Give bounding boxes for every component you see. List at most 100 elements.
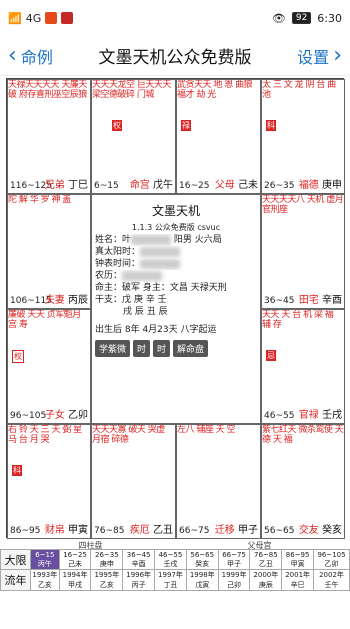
palace-stem: 癸亥	[322, 525, 342, 536]
settings-button[interactable]: 设置 ›	[270, 44, 350, 68]
back-button[interactable]: ‹ 命例	[0, 44, 80, 68]
app-notification-icon	[61, 12, 74, 24]
row-header: 大限	[0, 549, 31, 570]
table-cell[interactable]: 6~15 丙午	[30, 549, 60, 570]
table-cell[interactable]: 96~105 乙卯	[313, 549, 350, 570]
table-row: 流年 1993年 乙亥 1994年 甲戌 1995年 乙亥 1996年 丙子 1…	[0, 569, 350, 591]
palace-range: 56~65	[264, 526, 295, 536]
table-cell[interactable]: 1999年 己卯	[217, 569, 251, 591]
signal-icon: 📶	[8, 11, 22, 25]
palace-cell[interactable]: 天天天天八 天机 虚月官刑座 36~45 田宅 辛酉	[261, 194, 345, 309]
palace-name: 福德	[298, 180, 319, 191]
redacted-value	[122, 270, 163, 281]
born-row: 出生后 8年 4月23天 八字起运	[95, 325, 217, 335]
learn-ziwei-button[interactable]: 学紫微	[95, 340, 131, 357]
app-notification-icon	[45, 12, 58, 24]
table-cell[interactable]: 1994年 甲戌	[58, 569, 92, 591]
table-cell[interactable]: 46~55 壬戌	[154, 549, 187, 570]
center-info-panel: 文墨天机 1.1.3 公众免费版 csvuc 姓名：叶 阳男 火六局 真太阳时：…	[91, 194, 261, 424]
palace-cell[interactable]: 武贪天天 地 恩 曲狼福才 劫 光 禄 16~25 父母 己未	[176, 79, 261, 194]
palace-name: 官禄	[298, 410, 319, 421]
table-cell[interactable]: 36~45 辛酉	[122, 549, 156, 570]
palace-stars: 天天天天八 天机 虚月官刑座	[262, 195, 344, 215]
status-right: 👁 92 6:30	[272, 12, 342, 25]
palace-stars: 太 三 文 龙 阴 台 曲 池	[262, 80, 336, 100]
palace-range: 16~25	[179, 181, 210, 191]
palace-range: 96~105	[10, 411, 47, 421]
clock-label: 钟表时间：	[95, 259, 141, 269]
table-cell[interactable]: 1998年 戊寅	[185, 569, 219, 591]
version-text: 1.1.3 公众免费版 csvuc	[131, 223, 221, 232]
eye-icon: 👁	[271, 11, 286, 25]
luck-table: 大限 6~15 丙午 16~25 己未 26~35 庚申 36~45 辛酉 46…	[0, 549, 350, 591]
name-row: 姓名：叶 阳男 火六局	[95, 234, 257, 246]
palace-cell[interactable]: 天天 天 台 机 梁 福 辅 存 忌 46~55 官禄 壬戌	[261, 309, 345, 424]
status-time: 6:30	[317, 11, 342, 25]
palace-stem: 丁巳	[68, 180, 88, 191]
palace-stars: 右 铃 天 三 天 弼 星 马 台 月 哭	[8, 425, 82, 445]
palace-name: 夫妻	[44, 295, 65, 306]
table-cell[interactable]: 2002年 壬午	[313, 569, 350, 591]
pillars-body: 戌 辰 丑 辰	[123, 307, 168, 317]
table-cell[interactable]: 1997年 丁丑	[154, 569, 187, 591]
palace-stars: 武贪天天 地 恩 曲狼福才 劫 光	[177, 80, 253, 100]
home-bar	[0, 607, 350, 629]
palace-name: 子女	[44, 410, 65, 421]
table-cell[interactable]: 1993年 乙亥	[30, 569, 60, 591]
table-cell[interactable]: 16~25 己未	[58, 549, 92, 570]
transform-badge: 科	[12, 465, 22, 476]
palace-name: 父母	[214, 180, 235, 191]
palace-range: 6~15	[94, 181, 119, 191]
palace-stem: 甲寅	[68, 525, 88, 536]
palace-cell[interactable]: 陀 解 华 罗 神 盖 106~115 夫妻 丙辰	[7, 194, 91, 309]
redacted-value	[140, 258, 181, 269]
palace-cell[interactable]: 天天天龙空 巨天天天 梁空德破碎 门城 权 6~15 命宫 戊午	[91, 79, 176, 194]
time-button-2[interactable]: 时	[153, 340, 171, 357]
palace-cell[interactable]: 左八 辅座 天 空 66~75 迁移 甲子	[176, 424, 261, 539]
palace-name: 田宅	[298, 295, 319, 306]
palace-stem: 己未	[238, 180, 258, 191]
palace-cell[interactable]: 太 三 文 龙 阴 台 曲 池 科 26~35 福德 庚申	[261, 79, 345, 194]
palace-stars: 天天天寡 破天 哭虚 月宿 碎德	[92, 425, 165, 445]
status-bar: 📶 4G 👁 92 6:30	[0, 0, 350, 36]
table-cell[interactable]: 66~75 甲子	[217, 549, 251, 570]
palace-range: 46~55	[264, 411, 295, 421]
table-cell[interactable]: 56~65 癸亥	[185, 549, 219, 570]
gender-text: 阳男 火六局	[173, 235, 222, 245]
palace-stem: 乙卯	[68, 410, 88, 421]
interpret-chart-button[interactable]: 解命盘	[173, 340, 209, 357]
table-cell[interactable]: 86~95 甲寅	[281, 549, 315, 570]
table-cell[interactable]: 26~35 庚申	[90, 549, 124, 570]
network-type: 4G	[25, 11, 42, 25]
name-value: 叶	[122, 235, 132, 245]
palace-stars: 天禄天天天天 天廉天 破 府存喜刑巫空辰狼	[8, 80, 87, 100]
ziwei-chart: 天禄天天天天 天廉天 破 府存喜刑巫空辰狼 116~125 兄弟 丁巳 天天天龙…	[6, 78, 345, 539]
battery-icon: 92	[291, 12, 312, 24]
table-cell[interactable]: 2000年 庚辰	[249, 569, 283, 591]
palace-cell[interactable]: 天天天寡 破天 哭虚 月宿 碎德 76~85 疾厄 乙丑	[91, 424, 176, 539]
palace-stars: 天天天龙空 巨天天天 梁空德破碎 门城	[92, 80, 171, 100]
table-cell[interactable]: 76~85 乙丑	[249, 549, 283, 570]
true-sun-row: 真太阳时：	[95, 246, 257, 258]
palace-stars: 天天 天 台 机 梁 福 辅 存	[262, 310, 334, 330]
back-label: 命例	[20, 47, 53, 67]
page-title: 文墨天机公众免费版	[98, 48, 252, 68]
palace-cell[interactable]: 右 铃 天 三 天 弼 星 马 台 月 哭 科 86~95 财帛 甲寅	[7, 424, 91, 539]
table-cell[interactable]: 1995年 乙亥	[90, 569, 124, 591]
clock-row: 钟表时间：	[95, 258, 257, 270]
table-cell[interactable]: 2001年 辛巳	[281, 569, 315, 591]
center-button-row: 学紫微 时 时 解命盘	[95, 340, 257, 357]
status-left: 📶 4G	[8, 11, 74, 25]
palace-name: 兄弟	[44, 180, 65, 191]
redacted-value	[140, 246, 181, 257]
palace-cell[interactable]: 天禄天天天天 天廉天 破 府存喜刑巫空辰狼 116~125 兄弟 丁巳	[7, 79, 91, 194]
true-sun-label: 真太阳时：	[95, 247, 141, 257]
settings-label: 设置	[297, 47, 330, 67]
pillars-head: 干支：戊 庚 辛 壬	[95, 295, 167, 305]
palace-cell[interactable]: 紫七红天 微杀鸾使 天 德 天 福 56~65 交友 癸亥	[261, 424, 345, 539]
palace-name: 交友	[298, 525, 319, 536]
table-cell[interactable]: 1996年 丙子	[122, 569, 156, 591]
palace-cell[interactable]: 廉破 天天 贞军魁月 宫 寿 权 96~105 子女 乙卯	[7, 309, 91, 424]
lunar-row: 农历：	[95, 270, 257, 282]
time-button[interactable]: 时	[133, 340, 151, 357]
